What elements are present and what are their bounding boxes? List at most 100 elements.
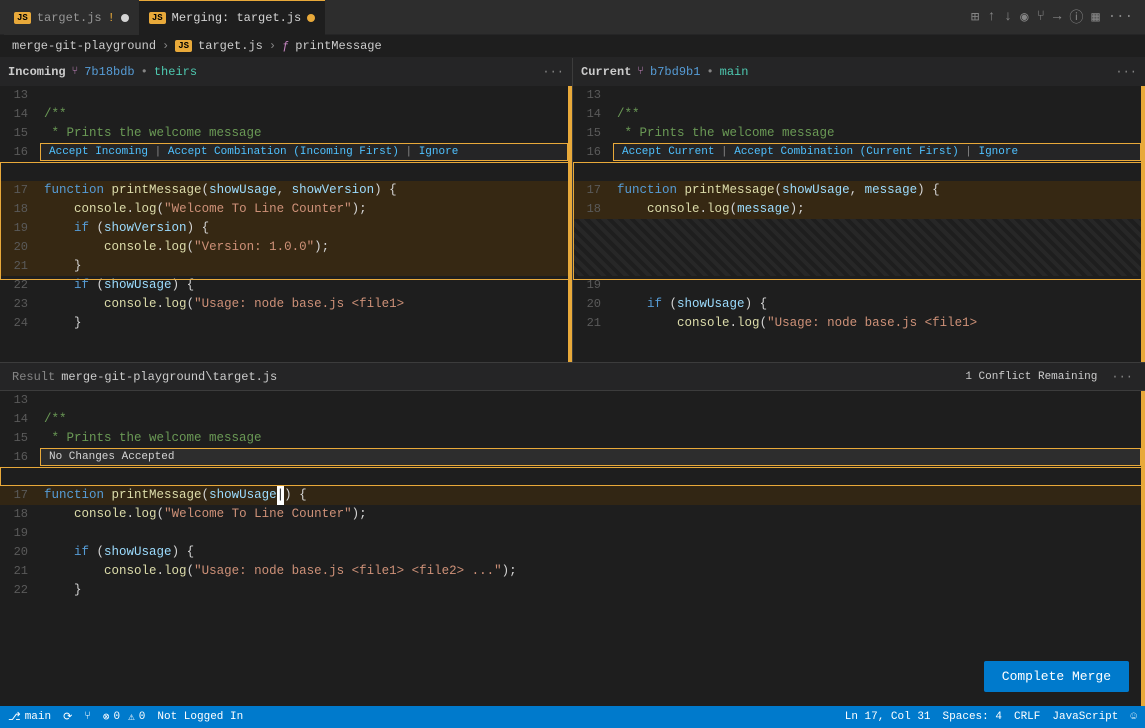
exclamation-icon: ! xyxy=(108,11,115,25)
incoming-more-icon[interactable]: ··· xyxy=(542,65,564,79)
sync-icon[interactable]: ⟳ xyxy=(63,710,72,724)
complete-merge-button[interactable]: Complete Merge xyxy=(984,661,1129,692)
result-pane[interactable]: No Changes Accepted 13 14 /** 15 * Print… xyxy=(0,391,1145,706)
current-code-area: Accept Current | Accept Combination (Cur… xyxy=(573,86,1145,362)
current-branch: main xyxy=(720,65,749,79)
table-row: 13 xyxy=(573,86,1145,105)
sep2: › xyxy=(269,39,276,53)
table-row xyxy=(573,219,1145,276)
tab-label: target.js xyxy=(37,11,102,25)
git-branch-icon: ⎇ xyxy=(8,710,21,724)
banner-spacer xyxy=(0,162,572,181)
no-changes-label: No Changes Accepted xyxy=(49,451,174,463)
accept-combination-incoming-link[interactable]: Accept Combination (Incoming First) xyxy=(168,146,399,158)
git-changes-icon[interactable]: ⑂ xyxy=(84,711,91,723)
ignore-incoming-link[interactable]: Ignore xyxy=(419,146,459,158)
incoming-dot: • xyxy=(141,65,148,79)
conflict-count: 1 Conflict Remaining xyxy=(965,371,1097,383)
incoming-accept-banner: Accept Incoming | Accept Combination (In… xyxy=(40,143,568,161)
result-path: merge-git-playground\target.js xyxy=(61,370,277,384)
banner-spacer-2 xyxy=(573,162,1145,181)
table-row: 21 console.log("Usage: node base.js <fil… xyxy=(0,562,1145,581)
current-accept-banner: Accept Current | Accept Combination (Cur… xyxy=(613,143,1141,161)
status-right: Ln 17, Col 31 Spaces: 4 CRLF JavaScript … xyxy=(845,711,1137,723)
current-hash: b7bd9b1 xyxy=(650,65,700,79)
ignore-current-link[interactable]: Ignore xyxy=(978,146,1018,158)
refresh-icon: ⟳ xyxy=(63,710,72,724)
table-row: 19 xyxy=(0,524,1145,543)
accept-current-link[interactable]: Accept Current xyxy=(622,146,714,158)
feedback-icon[interactable]: ☺ xyxy=(1130,711,1137,723)
status-bar: ⎇ main ⟳ ⑂ ⊗ 0 ⚠ 0 Not Logged In Ln 17, … xyxy=(0,706,1145,728)
current-branch-icon: ⑂ xyxy=(637,66,644,78)
current-code-lines: 13 14 /** 15 * Prints the welcome messag… xyxy=(573,86,1145,333)
accept-incoming-link[interactable]: Accept Incoming xyxy=(49,146,148,158)
table-row: 18 console.log("Welcome To Line Counter"… xyxy=(0,200,572,219)
table-row: 14 /** xyxy=(573,105,1145,124)
table-row: 22 if (showUsage) { xyxy=(0,276,572,295)
forward-icon[interactable]: → xyxy=(1053,9,1061,25)
arrow-up-icon[interactable]: ↑ xyxy=(987,9,995,25)
project-name[interactable]: merge-git-playground xyxy=(12,39,156,53)
js-badge: JS xyxy=(175,40,192,52)
tab-dot xyxy=(121,14,129,22)
table-row: 18 console.log("Welcome To Line Counter"… xyxy=(0,505,1145,524)
cursor-position[interactable]: Ln 17, Col 31 xyxy=(845,711,931,723)
error-count: 0 xyxy=(114,711,121,723)
table-row: 20 if (showUsage) { xyxy=(0,543,1145,562)
banner-sep4: | xyxy=(965,146,978,158)
incoming-code-lines: 13 14 /** 15 * Prints the welcome messag… xyxy=(0,86,572,333)
merge-area: Incoming ⑂ 7b18bdb • theirs ··· Accept I… xyxy=(0,58,1145,706)
table-row: 24 } xyxy=(0,314,572,333)
table-row: 17 function printMessage(showUsage, show… xyxy=(0,181,572,200)
error-icon: ⊗ xyxy=(103,710,110,724)
banner-sep3: | xyxy=(721,146,734,158)
table-row: 15 * Prints the welcome message xyxy=(0,429,1145,448)
current-more-icon[interactable]: ··· xyxy=(1115,65,1137,79)
tab-merging-target-js[interactable]: JS Merging: target.js xyxy=(139,0,325,35)
table-row: 13 xyxy=(0,391,1145,410)
current-conflict-bar xyxy=(1141,86,1145,362)
language-indicator[interactable]: JavaScript xyxy=(1052,711,1118,723)
table-row: 19 if (showVersion) { xyxy=(0,219,572,238)
result-more-icon[interactable]: ··· xyxy=(1111,370,1133,384)
function-name[interactable]: printMessage xyxy=(295,39,381,53)
js-icon-2: JS xyxy=(149,12,166,24)
spaces-indicator[interactable]: Spaces: 4 xyxy=(943,711,1002,723)
encoding-indicator[interactable]: CRLF xyxy=(1014,711,1040,723)
table-row: 17 function printMessage(showUsage|) { xyxy=(0,486,1145,505)
info-icon[interactable]: ⓘ xyxy=(1069,7,1083,27)
incoming-header: Incoming ⑂ 7b18bdb • theirs ··· xyxy=(0,58,572,86)
more-icon[interactable]: ··· xyxy=(1108,9,1133,25)
table-row: 15 * Prints the welcome message xyxy=(0,124,572,143)
layout-icon[interactable]: ▦ xyxy=(1091,9,1099,26)
arrow-down-icon[interactable]: ↓ xyxy=(1004,9,1012,25)
table-row: 23 console.log("Usage: node base.js <fil… xyxy=(0,295,572,314)
incoming-source: theirs xyxy=(154,65,197,79)
branch-name: main xyxy=(25,711,51,723)
result-label: Result xyxy=(12,370,55,384)
tab-target-js[interactable]: JS target.js ! xyxy=(4,0,139,35)
eye-icon[interactable]: ◉ xyxy=(1020,9,1028,26)
table-row: 19 xyxy=(573,276,1145,295)
table-row: 20 console.log("Version: 1.0.0"); xyxy=(0,238,572,257)
result-conflict-bar xyxy=(1141,391,1145,706)
result-header: Result merge-git-playground\target.js 1 … xyxy=(0,363,1145,391)
top-panes: Incoming ⑂ 7b18bdb • theirs ··· Accept I… xyxy=(0,58,1145,363)
table-row: 15 * Prints the welcome message xyxy=(573,124,1145,143)
login-status[interactable]: Not Logged In xyxy=(157,711,243,723)
js-icon: JS xyxy=(14,12,31,24)
branch-indicator[interactable]: ⎇ main xyxy=(8,710,51,724)
errors-indicator[interactable]: ⊗ 0 ⚠ 0 xyxy=(103,710,145,724)
split-editor-icon[interactable]: ⊞ xyxy=(971,9,979,26)
branch-icon[interactable]: ⑂ xyxy=(1037,9,1045,25)
warning-count: 0 xyxy=(139,711,146,723)
table-row: 20 if (showUsage) { xyxy=(573,295,1145,314)
table-row: 14 /** xyxy=(0,105,572,124)
function-icon: ƒ xyxy=(282,39,289,53)
login-label: Not Logged In xyxy=(157,711,243,723)
file-name[interactable]: target.js xyxy=(198,39,263,53)
accept-combination-current-link[interactable]: Accept Combination (Current First) xyxy=(734,146,958,158)
warning-icon: ⚠ xyxy=(128,710,135,724)
incoming-hash: 7b18bdb xyxy=(84,65,134,79)
